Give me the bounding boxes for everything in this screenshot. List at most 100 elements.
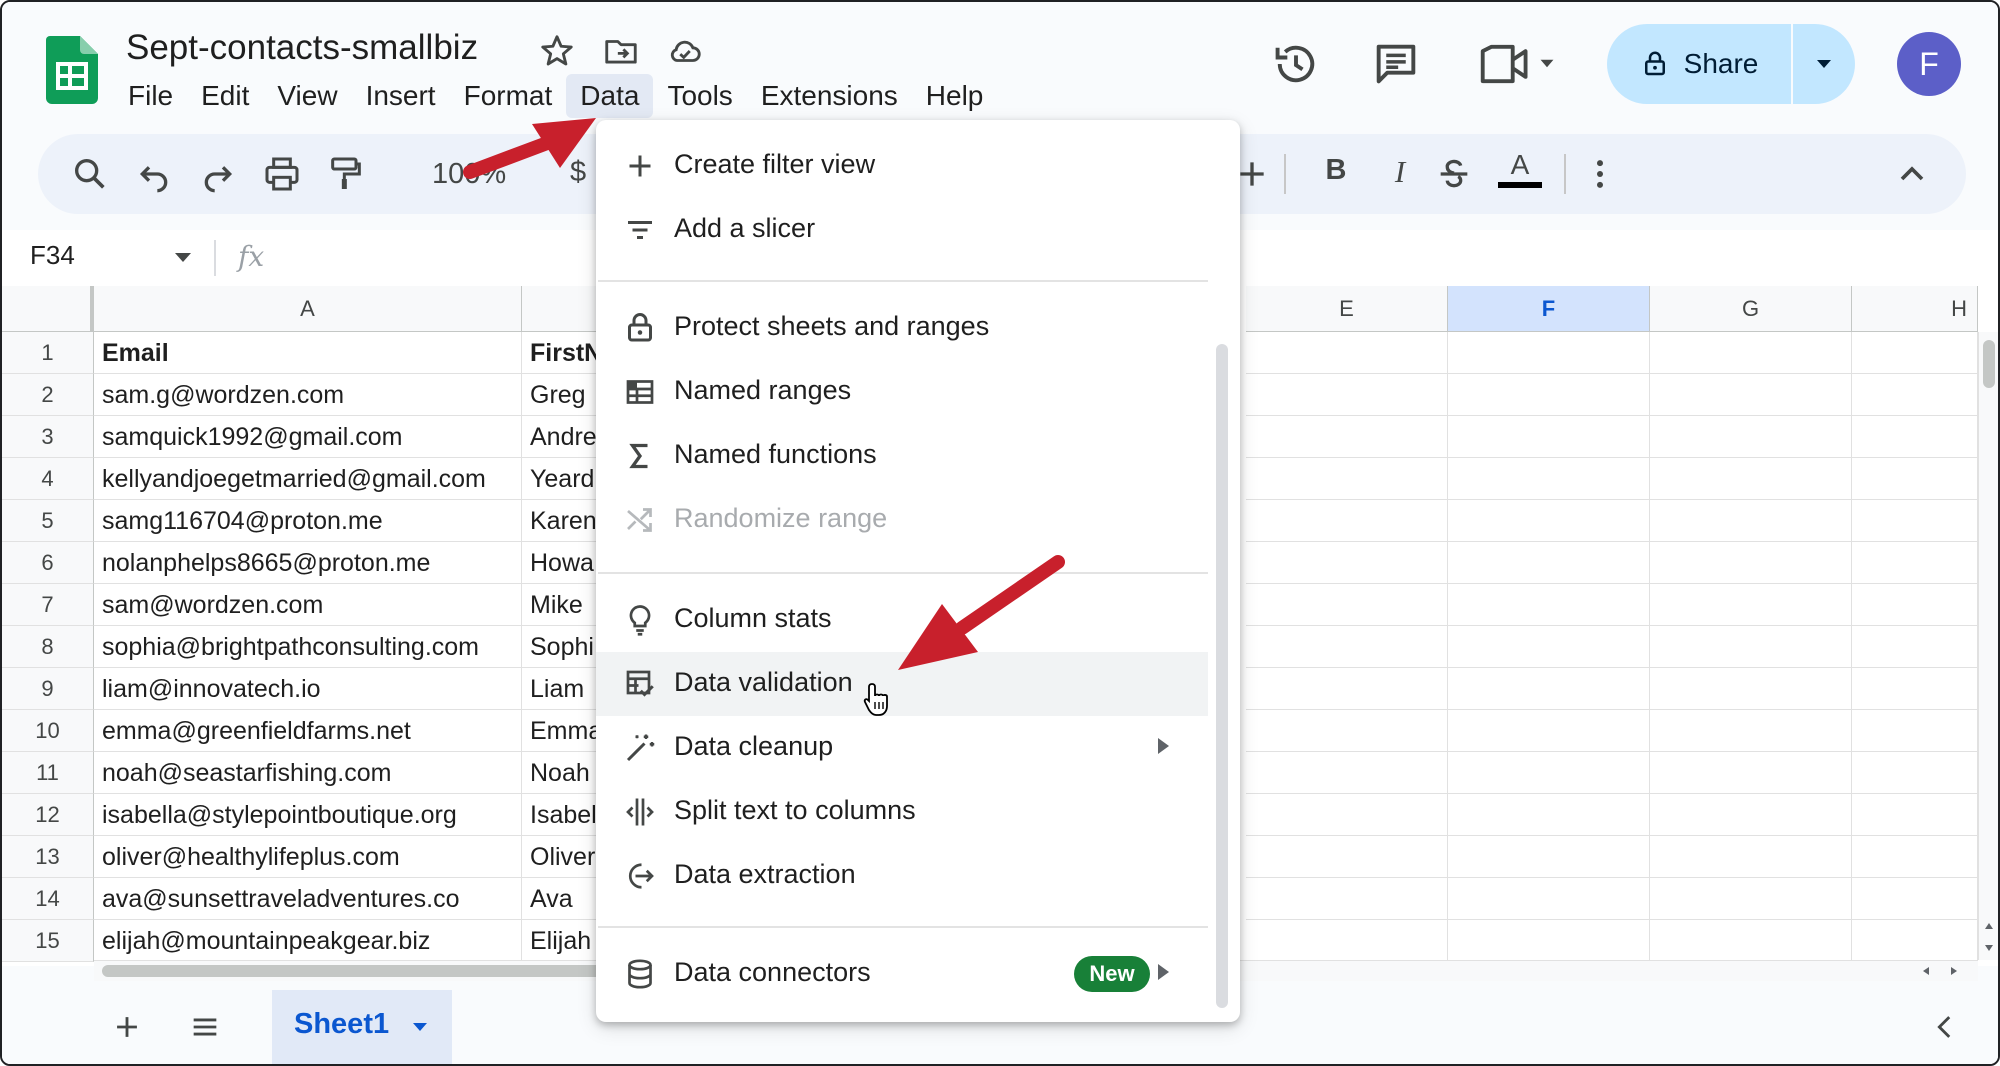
cell-email[interactable]: noah@seastarfishing.com (94, 752, 522, 794)
more-icon[interactable] (1580, 154, 1620, 194)
menu-edit[interactable]: Edit (187, 74, 263, 118)
table-cell[interactable] (1650, 794, 1852, 836)
add-sheet-icon[interactable] (110, 1010, 144, 1044)
table-cell[interactable] (1448, 584, 1650, 626)
table-cell[interactable] (1650, 878, 1852, 920)
menu-view[interactable]: View (263, 74, 351, 118)
row-header[interactable]: 7 (2, 584, 94, 626)
table-cell[interactable] (1650, 374, 1852, 416)
table-cell[interactable] (1448, 668, 1650, 710)
column-header-b[interactable] (522, 286, 602, 332)
menu-extensions[interactable]: Extensions (747, 74, 912, 118)
table-cell[interactable] (1246, 920, 1448, 962)
redo-icon[interactable] (198, 154, 238, 194)
cell-email[interactable]: isabella@stylepointboutique.org (94, 794, 522, 836)
menu-item-split-text[interactable]: Split text to columns (596, 780, 1208, 844)
table-cell[interactable] (1650, 752, 1852, 794)
table-cell[interactable] (1852, 836, 1978, 878)
table-cell[interactable] (1650, 584, 1852, 626)
avatar[interactable]: F (1897, 32, 1961, 96)
chevron-down-icon[interactable] (410, 1020, 430, 1034)
row-header[interactable]: 12 (2, 794, 94, 836)
cloud-saved-icon[interactable] (666, 32, 704, 70)
table-cell[interactable] (1448, 836, 1650, 878)
share-button[interactable]: Share (1607, 24, 1791, 104)
strikethrough-icon[interactable] (1434, 154, 1474, 194)
table-cell[interactable] (1448, 416, 1650, 458)
cell-email[interactable]: samg116704@proton.me (94, 500, 522, 542)
cell-first-name[interactable]: Ava (522, 878, 602, 920)
collapse-icon[interactable] (1892, 154, 1932, 194)
menu-item-create-filter-view[interactable]: Create filter view (596, 134, 1208, 198)
cell-email[interactable]: nolanphelps8665@proton.me (94, 542, 522, 584)
table-cell[interactable] (1650, 416, 1852, 458)
menu-item-named-functions[interactable]: Named functions (596, 424, 1208, 488)
table-cell[interactable] (1246, 752, 1448, 794)
table-cell[interactable] (1448, 794, 1650, 836)
menu-item-add-slicer[interactable]: Add a slicer (596, 198, 1208, 262)
table-cell[interactable] (1650, 332, 1852, 374)
table-cell[interactable] (1852, 458, 1978, 500)
cell-first-name[interactable]: Liam (522, 668, 602, 710)
cell-email[interactable]: Email (94, 332, 522, 374)
table-cell[interactable] (1852, 500, 1978, 542)
row-header[interactable]: 5 (2, 500, 94, 542)
menu-format[interactable]: Format (450, 74, 567, 118)
column-header-a[interactable]: A (94, 286, 522, 332)
cell-first-name[interactable]: Yeard (522, 458, 602, 500)
row-header[interactable]: 9 (2, 668, 94, 710)
currency-format-button[interactable]: $ (570, 156, 586, 189)
table-cell[interactable] (1448, 710, 1650, 752)
cell-first-name[interactable]: Greg (522, 374, 602, 416)
menu-tools[interactable]: Tools (653, 74, 746, 118)
menu-item-data-extraction[interactable]: Data extraction (596, 844, 1208, 908)
paint-format-icon[interactable] (326, 154, 366, 194)
table-cell[interactable] (1852, 584, 1978, 626)
italic-icon[interactable]: I (1380, 154, 1420, 190)
cell-first-name[interactable]: Andre (522, 416, 602, 458)
column-header-h[interactable]: H (1852, 286, 1978, 332)
cell-first-name[interactable]: Karen (522, 500, 602, 542)
table-cell[interactable] (1448, 374, 1650, 416)
cell-email[interactable]: kellyandjoegetmarried@gmail.com (94, 458, 522, 500)
cell-first-name[interactable]: Isabel (522, 794, 602, 836)
menu-item-protect-sheets[interactable]: Protect sheets and ranges (596, 296, 1208, 360)
table-cell[interactable] (1448, 500, 1650, 542)
scroll-right-icon[interactable] (1948, 965, 1960, 977)
table-cell[interactable] (1650, 920, 1852, 962)
table-cell[interactable] (1650, 458, 1852, 500)
meet-icon[interactable] (1472, 38, 1562, 90)
table-cell[interactable] (1246, 584, 1448, 626)
row-header[interactable]: 1 (2, 332, 94, 374)
row-header[interactable]: 3 (2, 416, 94, 458)
table-cell[interactable] (1246, 542, 1448, 584)
cell-first-name[interactable]: Oliver (522, 836, 602, 878)
cell-email[interactable]: sam@wordzen.com (94, 584, 522, 626)
table-cell[interactable] (1852, 374, 1978, 416)
table-cell[interactable] (1852, 668, 1978, 710)
table-cell[interactable] (1246, 878, 1448, 920)
menu-item-data-cleanup[interactable]: Data cleanup (596, 716, 1208, 780)
table-cell[interactable] (1852, 878, 1978, 920)
column-header-e[interactable]: E (1246, 286, 1448, 332)
menu-file[interactable]: File (114, 74, 187, 118)
text-color-icon[interactable]: A (1498, 148, 1542, 188)
version-history-icon[interactable] (1270, 38, 1322, 90)
cell-email[interactable]: sophia@brightpathconsulting.com (94, 626, 522, 668)
row-header[interactable]: 2 (2, 374, 94, 416)
table-cell[interactable] (1448, 458, 1650, 500)
menu-help[interactable]: Help (912, 74, 998, 118)
comments-icon[interactable] (1370, 38, 1422, 90)
document-title[interactable]: Sept-contacts-smallbiz (126, 28, 478, 68)
name-box[interactable]: F34 (30, 240, 75, 271)
sheets-logo-icon[interactable] (46, 36, 98, 104)
row-header[interactable]: 6 (2, 542, 94, 584)
cell-first-name[interactable]: FirstN (522, 332, 602, 374)
table-cell[interactable] (1246, 332, 1448, 374)
cell-email[interactable]: oliver@healthylifeplus.com (94, 836, 522, 878)
row-header[interactable]: 8 (2, 626, 94, 668)
cell-first-name[interactable]: Emma (522, 710, 602, 752)
table-cell[interactable] (1448, 332, 1650, 374)
cell-first-name[interactable]: Noah (522, 752, 602, 794)
column-header-g[interactable]: G (1650, 286, 1852, 332)
